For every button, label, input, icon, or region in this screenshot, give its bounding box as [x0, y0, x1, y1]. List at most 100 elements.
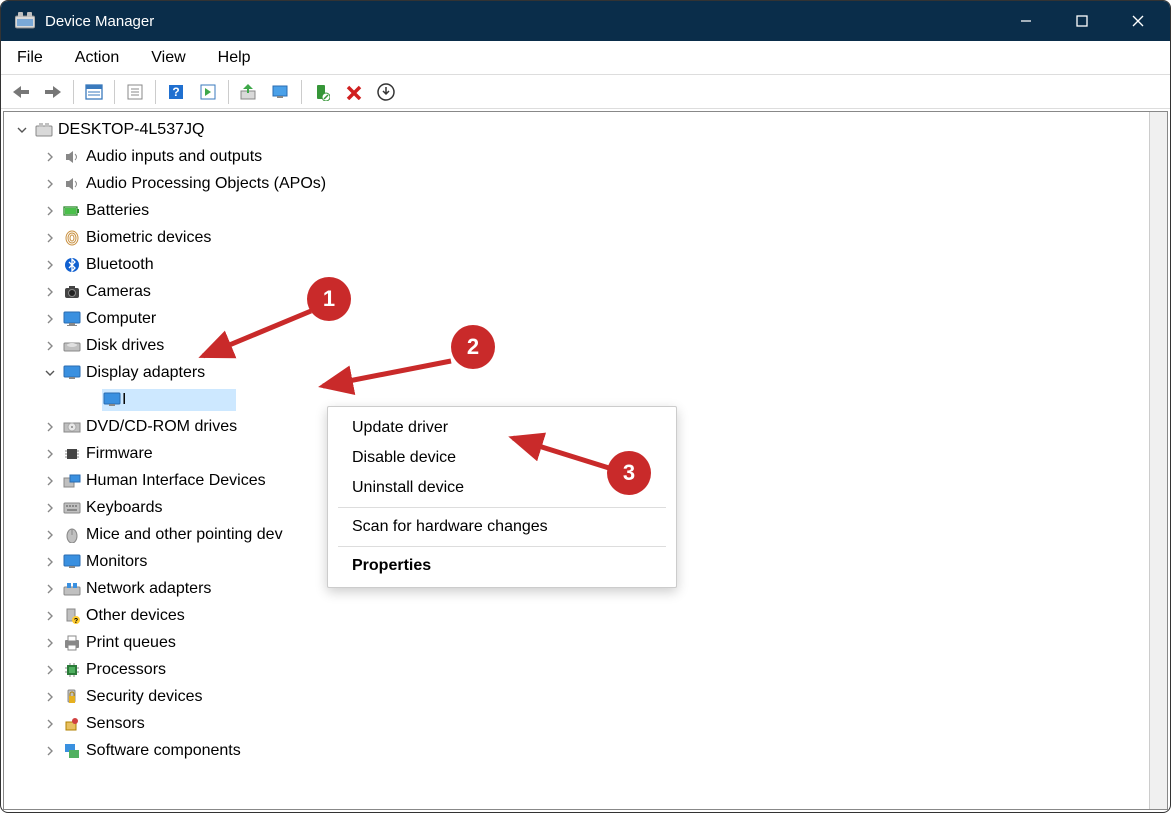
tree-item-label: Processors [86, 661, 166, 679]
chevron-right-icon[interactable] [42, 662, 58, 678]
tree-item-biometric[interactable]: Biometric devices [6, 224, 1147, 251]
chevron-right-icon[interactable] [42, 446, 58, 462]
fingerprint-icon [62, 229, 82, 247]
monitor-icon [62, 553, 82, 571]
svg-text:?: ? [172, 85, 179, 99]
software-icon [62, 742, 82, 760]
chevron-right-icon[interactable] [42, 311, 58, 327]
tree-item-label: Audio inputs and outputs [86, 148, 262, 166]
back-button[interactable] [7, 78, 35, 106]
security-icon [62, 688, 82, 706]
properties-button[interactable] [121, 78, 149, 106]
toolbar: ? [1, 75, 1170, 109]
tree-item-batteries[interactable]: Batteries [6, 197, 1147, 224]
minimize-button[interactable] [998, 1, 1054, 41]
disk-icon [62, 337, 82, 355]
chevron-right-icon[interactable] [42, 149, 58, 165]
chevron-right-icon[interactable] [42, 554, 58, 570]
tree-item-label: Other devices [86, 607, 185, 625]
tree-item-bluetooth[interactable]: Bluetooth [6, 251, 1147, 278]
tree-item-sensors[interactable]: Sensors [6, 710, 1147, 737]
bluetooth-icon [62, 256, 82, 274]
tree-item-label: Monitors [86, 553, 147, 571]
tree-item-apo[interactable]: Audio Processing Objects (APOs) [6, 170, 1147, 197]
chevron-right-icon[interactable] [42, 473, 58, 489]
toolbar-separator [228, 80, 229, 104]
tree-item-disk-drives[interactable]: Disk drives [6, 332, 1147, 359]
show-hide-tree-button[interactable] [80, 78, 108, 106]
chevron-down-icon[interactable] [42, 365, 58, 381]
action-button[interactable] [194, 78, 222, 106]
network-icon [62, 580, 82, 598]
keyboard-icon [62, 499, 82, 517]
toolbar-separator [73, 80, 74, 104]
menu-view[interactable]: View [143, 45, 193, 71]
chevron-right-icon[interactable] [42, 689, 58, 705]
menu-help[interactable]: Help [210, 45, 259, 71]
tree-item-label: Display adapters [86, 364, 205, 382]
forward-button[interactable] [39, 78, 67, 106]
window-title: Device Manager [45, 13, 998, 30]
chip-icon [62, 445, 82, 463]
window-controls [998, 1, 1166, 41]
chevron-right-icon[interactable] [42, 284, 58, 300]
chevron-right-icon[interactable] [42, 338, 58, 354]
tree-item-other[interactable]: ? Other devices [6, 602, 1147, 629]
maximize-button[interactable] [1054, 1, 1110, 41]
monitor-icon [62, 364, 82, 382]
chevron-right-icon[interactable] [42, 230, 58, 246]
toolbar-separator [301, 80, 302, 104]
chevron-right-icon[interactable] [42, 176, 58, 192]
tree-item-security[interactable]: Security devices [6, 683, 1147, 710]
scan-hardware-button[interactable] [267, 78, 295, 106]
tree-root[interactable]: DESKTOP-4L537JQ [6, 116, 1147, 143]
uninstall-device-button[interactable] [372, 78, 400, 106]
tree-item-software[interactable]: Software components [6, 737, 1147, 764]
chevron-right-icon[interactable] [42, 527, 58, 543]
tree-root-label: DESKTOP-4L537JQ [58, 121, 204, 139]
tree-item-label: Audio Processing Objects (APOs) [86, 175, 326, 193]
tree-item-processors[interactable]: Processors [6, 656, 1147, 683]
enable-device-button[interactable] [308, 78, 336, 106]
close-button[interactable] [1110, 1, 1166, 41]
monitor-icon [62, 310, 82, 328]
chevron-right-icon[interactable] [42, 581, 58, 597]
menu-file[interactable]: File [9, 45, 51, 71]
chevron-right-icon[interactable] [42, 257, 58, 273]
tree-item-label: Sensors [86, 715, 145, 733]
app-icon [13, 9, 37, 33]
tree-item-label: Biometric devices [86, 229, 211, 247]
annotation-callout-2: 2 [451, 325, 495, 369]
tree-item-label: Software components [86, 742, 241, 760]
tree-item-computer[interactable]: Computer [6, 305, 1147, 332]
tree-item-label: Network adapters [86, 580, 211, 598]
tree-item-label: I [122, 391, 126, 409]
ctx-scan-hardware[interactable]: Scan for hardware changes [328, 512, 676, 542]
printer-icon [62, 634, 82, 652]
tree-item-display-adapters[interactable]: Display adapters [6, 359, 1147, 386]
tree-item-cameras[interactable]: Cameras [6, 278, 1147, 305]
chevron-spacer [82, 392, 98, 408]
tree-item-print[interactable]: Print queues [6, 629, 1147, 656]
tree-item-label: Mice and other pointing dev [86, 526, 283, 544]
help-button[interactable]: ? [162, 78, 190, 106]
ctx-update-driver[interactable]: Update driver [328, 413, 676, 443]
update-driver-button[interactable] [235, 78, 263, 106]
menu-action[interactable]: Action [67, 45, 127, 71]
chevron-right-icon[interactable] [42, 716, 58, 732]
vertical-scrollbar[interactable] [1149, 112, 1167, 809]
chevron-right-icon[interactable] [42, 635, 58, 651]
chevron-right-icon[interactable] [42, 608, 58, 624]
chevron-right-icon[interactable] [42, 419, 58, 435]
tree-item-audio-io[interactable]: Audio inputs and outputs [6, 143, 1147, 170]
chevron-right-icon[interactable] [42, 743, 58, 759]
tree-item-label: Disk drives [86, 337, 164, 355]
chevron-right-icon[interactable] [42, 500, 58, 516]
titlebar: Device Manager [1, 1, 1170, 41]
chevron-right-icon[interactable] [42, 203, 58, 219]
sensor-icon [62, 715, 82, 733]
speaker-icon [62, 175, 82, 193]
chevron-down-icon[interactable] [14, 122, 30, 138]
ctx-properties[interactable]: Properties [328, 551, 676, 581]
disable-device-button[interactable] [340, 78, 368, 106]
